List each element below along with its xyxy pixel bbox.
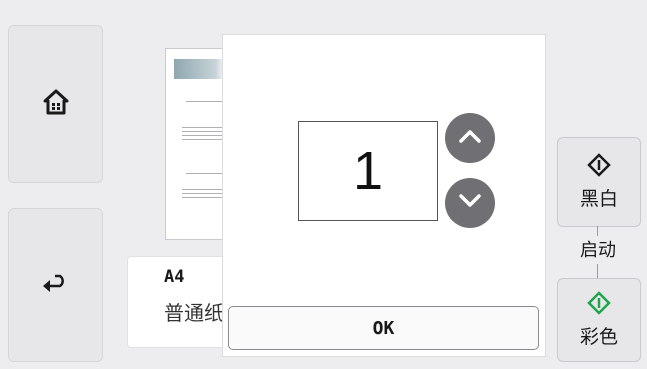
- chevron-down-icon: [458, 193, 482, 213]
- chevron-up-icon: [458, 128, 482, 148]
- ok-button[interactable]: OK: [228, 306, 539, 350]
- preview-header-graphic: [174, 59, 226, 79]
- decrease-button[interactable]: [445, 178, 495, 228]
- paper-type: 普通纸: [164, 301, 224, 325]
- start-bw-label: 黑白: [579, 188, 618, 210]
- home-button[interactable]: [8, 25, 103, 183]
- media-settings[interactable]: A4 普通纸: [127, 256, 229, 348]
- divider: [597, 264, 598, 278]
- start-label: 启动: [572, 236, 624, 262]
- start-bw-button[interactable]: 黑白: [557, 137, 641, 227]
- copies-value[interactable]: 1: [298, 121, 438, 221]
- paper-size: A4: [164, 267, 185, 287]
- home-icon: [43, 89, 69, 119]
- back-button[interactable]: [8, 208, 103, 362]
- start-diamond-icon: [587, 291, 611, 320]
- start-color-button[interactable]: 彩色: [557, 278, 641, 362]
- increase-button[interactable]: [445, 113, 495, 163]
- back-arrow-icon: [42, 273, 70, 297]
- start-color-label: 彩色: [579, 326, 618, 348]
- copies-dialog: 1 OK: [222, 34, 546, 357]
- start-diamond-icon: [587, 153, 611, 182]
